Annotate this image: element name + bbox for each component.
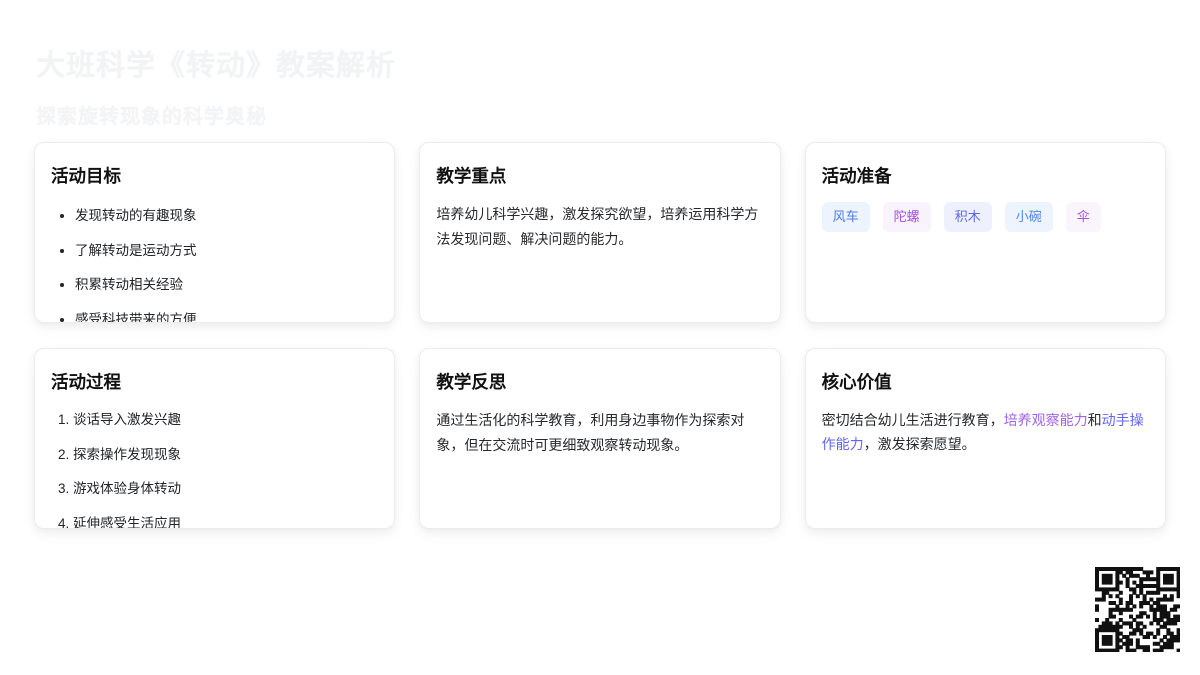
core-value-text: 密切结合幼儿生活进行教育，培养观察能力和动手操作能力，激发探索愿望。 [822,408,1149,456]
text-segment: 和 [1087,412,1102,428]
goal-item: 发现转动的有趣现象 [75,204,378,224]
card-teaching-reflection: 教学反思 通过生活化的科学教育，利用身边事物作为探索对象，但在交流时可更细致观察… [419,348,781,529]
card-title: 活动过程 [51,372,121,392]
card-title: 核心价值 [821,372,892,392]
material-tag: 风车 [821,202,870,232]
card-title: 教学反思 [436,372,507,392]
card-title: 活动准备 [821,166,892,186]
card-activity-process: 活动过程 谈话导入激发兴趣探索操作发现现象游戏体验身体转动延伸感受生活应用 [34,348,396,529]
focus-text: 培养幼儿科学兴趣，激发探究欲望，培养运用科学方法发现问题、解决问题的能力。 [436,206,759,247]
process-step: 谈话导入激发兴趣 [73,408,378,428]
process-step: 游戏体验身体转动 [73,477,378,497]
card-grid: 活动目标 发现转动的有趣现象了解转动是运动方式积累转动相关经验感受科技带来的方便… [34,142,1166,529]
card-title: 活动目标 [51,166,121,186]
material-tag-list: 风车 陀螺 积木 小碗伞 [821,202,1149,232]
reflection-text: 通过生活化的科学教育，利用身边事物作为探索对象，但在交流时可更细致观察转动现象。 [436,412,745,453]
material-tag: 伞 [1065,202,1101,232]
material-tag: 积木 [943,202,992,232]
qr-code [1095,567,1180,652]
process-list: 谈话导入激发兴趣探索操作发现现象游戏体验身体转动延伸感受生活应用 [51,408,378,529]
card-core-value: 核心价值 密切结合幼儿生活进行教育，培养观察能力和动手操作能力，激发探索愿望。 [804,348,1166,529]
goal-item: 了解转动是运动方式 [75,239,378,259]
card-teaching-focus: 教学重点 培养幼儿科学兴趣，激发探究欲望，培养运用科学方法发现问题、解决问题的能… [419,142,781,323]
page-header: 大班科学《转动》教案解析 探索旋转现象的科学奥秘 [0,0,1200,129]
card-activity-preparation: 活动准备 风车 陀螺 积木 小碗伞 [804,142,1166,323]
material-tag: 小碗 [1004,202,1053,232]
text-segment: 密切结合幼儿生活进行教育， [821,412,1004,428]
page-subtitle: 探索旋转现象的科学奥秘 [36,106,267,128]
material-tag: 陀螺 [882,202,931,232]
card-activity-goals: 活动目标 发现转动的有趣现象了解转动是运动方式积累转动相关经验感受科技带来的方便 [34,142,396,323]
goal-item: 感受科技带来的方便 [75,308,378,323]
highlighted-phrase: 培养观察能力 [1003,412,1088,428]
page-title: 大班科学《转动》教案解析 [36,50,397,82]
process-step: 探索操作发现现象 [73,443,378,463]
card-title: 教学重点 [436,166,507,186]
goal-item: 积累转动相关经验 [75,273,378,293]
process-step: 延伸感受生活应用 [73,512,378,529]
text-segment: ，激发探索愿望。 [863,436,976,452]
goal-list: 发现转动的有趣现象了解转动是运动方式积累转动相关经验感受科技带来的方便 [51,204,378,323]
